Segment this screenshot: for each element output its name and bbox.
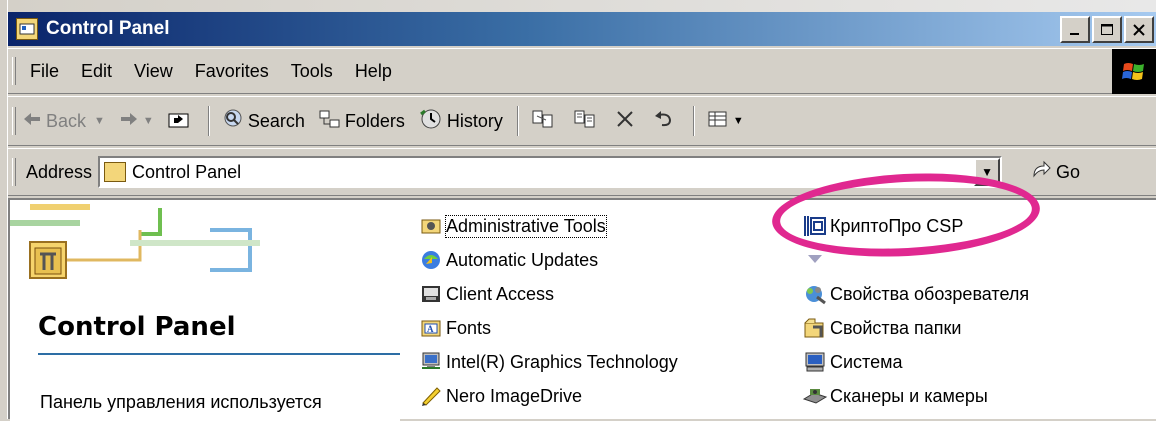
menu-view[interactable]: View [134, 61, 173, 82]
undo-icon [653, 109, 675, 134]
copy-to-icon [573, 108, 597, 135]
list-item[interactable]: Свойства обозревателя [802, 282, 1029, 306]
toolbar-separator [207, 106, 210, 136]
intel-graphics-icon [418, 350, 444, 374]
go-button[interactable]: Go [1030, 160, 1080, 185]
back-label: Back [46, 110, 87, 131]
maximize-button[interactable] [1092, 16, 1122, 43]
standard-toolbar: Back ▼ ▼ Search Folders History ▼ [8, 96, 1156, 146]
left-pane-title: Control Panel [38, 312, 236, 342]
list-item[interactable]: Automatic Updates [418, 248, 598, 272]
back-dropdown-icon: ▼ [94, 115, 105, 127]
left-info-pane: Control Panel Панель управления использу… [10, 200, 400, 421]
views-button[interactable]: ▼ [707, 109, 744, 134]
folders-icon [319, 109, 341, 134]
list-item[interactable]: Nero ImageDrive [418, 384, 582, 408]
up-folder-button[interactable] [168, 110, 194, 133]
toolbar-grip[interactable] [12, 107, 16, 135]
list-item[interactable]: A Fonts [418, 316, 491, 340]
go-label: Go [1056, 161, 1081, 182]
title-bar[interactable]: Control Panel [8, 12, 1156, 46]
title-underline [38, 353, 400, 355]
delete-button[interactable] [615, 109, 639, 134]
address-grip[interactable] [12, 158, 16, 186]
menu-file[interactable]: File [30, 61, 59, 82]
fonts-icon: A [418, 316, 444, 340]
address-value: Control Panel [132, 161, 242, 182]
minimize-button[interactable] [1060, 16, 1090, 43]
move-to-icon [531, 108, 555, 135]
address-label: Address [26, 161, 93, 182]
up-folder-icon [168, 110, 190, 133]
go-arrow-icon [1030, 160, 1052, 185]
automatic-updates-icon [418, 248, 444, 272]
left-pane-description: Панель управления используется [40, 392, 322, 412]
views-dropdown-icon: ▼ [732, 115, 744, 127]
menu-help[interactable]: Help [355, 61, 392, 82]
copy-to-button[interactable] [573, 108, 601, 135]
back-arrow-icon [22, 111, 42, 132]
control-panel-small-icon [104, 162, 127, 182]
history-icon [419, 108, 443, 135]
control-panel-banner [10, 204, 260, 279]
search-icon [222, 108, 244, 135]
list-item[interactable]: Client Access [418, 282, 554, 306]
list-item[interactable]: Свойства папки [802, 316, 961, 340]
window-left-border [0, 0, 8, 419]
list-item[interactable]: Система [802, 350, 903, 374]
menu-tools[interactable]: Tools [291, 61, 333, 82]
delete-icon [615, 109, 635, 134]
menu-edit[interactable]: Edit [81, 61, 112, 82]
search-button[interactable]: Search [222, 108, 305, 135]
list-item[interactable]: Administrative Tools [418, 214, 607, 238]
forward-dropdown-icon: ▼ [142, 115, 154, 127]
close-button[interactable] [1124, 16, 1154, 43]
folders-button[interactable]: Folders [319, 109, 405, 134]
folder-options-icon [802, 316, 828, 340]
svg-text:A: A [427, 324, 434, 334]
history-button[interactable]: History [419, 108, 503, 135]
system-icon [802, 350, 828, 374]
folders-label: Folders [344, 110, 405, 131]
menu-bar: File Edit View Favorites Tools Help [8, 48, 1156, 94]
toolbar-separator [516, 106, 519, 136]
nero-imagedrive-icon [418, 384, 444, 408]
forward-button[interactable]: ▼ [119, 111, 154, 132]
views-icon [707, 109, 729, 134]
scanners-cameras-icon [802, 384, 828, 408]
admin-tools-icon [418, 214, 444, 238]
control-panel-icon [16, 18, 38, 40]
move-to-button[interactable] [531, 108, 559, 135]
list-item[interactable]: Сканеры и камеры [802, 384, 988, 408]
undo-button[interactable] [653, 109, 679, 134]
toolbar-separator [692, 106, 695, 136]
menu-grip[interactable] [12, 57, 16, 85]
window-title: Control Panel [46, 18, 170, 39]
client-access-icon [418, 282, 444, 306]
back-button[interactable]: Back ▼ [22, 111, 105, 132]
internet-options-icon [802, 282, 828, 306]
menu-favorites[interactable]: Favorites [195, 61, 269, 82]
history-label: History [446, 110, 503, 131]
forward-arrow-icon [119, 111, 139, 132]
search-label: Search [247, 110, 305, 131]
window-top-strip [0, 0, 1156, 12]
windows-logo-icon [1112, 49, 1156, 94]
list-item[interactable]: Intel(R) Graphics Technology [418, 350, 678, 374]
